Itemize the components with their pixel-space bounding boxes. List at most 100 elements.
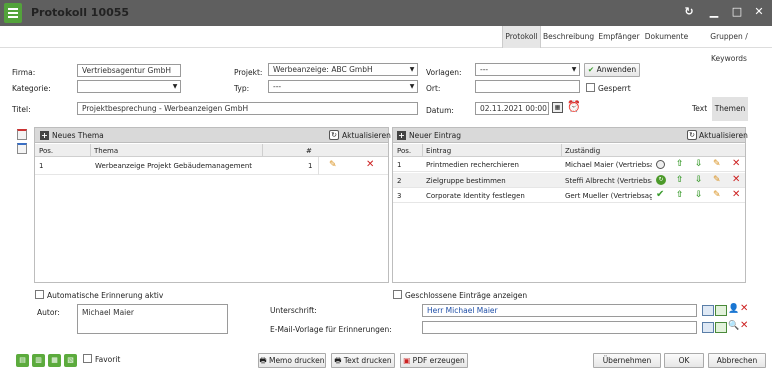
green-action-icon-3[interactable]: ▦ bbox=[48, 354, 61, 367]
close-icon[interactable]: ✕ bbox=[752, 5, 766, 19]
eintrag-zustaendig: Steffi Albrecht (Vertriebsag bbox=[565, 177, 652, 185]
uebernehmen-button[interactable]: Übernehmen bbox=[593, 353, 661, 368]
autor-field[interactable]: Michael Maier bbox=[77, 304, 228, 334]
vorlagen-label: Vorlagen: bbox=[426, 68, 462, 77]
memo-drucken-button[interactable]: 🖶 Memo drucken bbox=[258, 353, 326, 368]
pdf-erzeugen-label: PDF erzeugen bbox=[412, 356, 465, 365]
user-icon[interactable]: 👤 bbox=[728, 304, 739, 314]
eintrag-pos: 2 bbox=[397, 177, 402, 185]
titel-label: Titel: bbox=[12, 105, 31, 114]
chevron-down-icon: ▼ bbox=[172, 83, 178, 90]
gesperrt-checkbox[interactable] bbox=[586, 83, 595, 92]
select-template-icon[interactable] bbox=[702, 322, 714, 333]
text-toggle[interactable]: Text bbox=[692, 104, 707, 113]
status-progress-icon[interactable]: ↻ bbox=[656, 175, 666, 185]
move-up-icon[interactable]: ⇧ bbox=[676, 159, 684, 169]
move-down-icon[interactable]: ⇩ bbox=[695, 190, 703, 200]
chevron-down-icon: ▼ bbox=[409, 66, 415, 73]
kategorie-label: Kategorie: bbox=[12, 84, 51, 93]
col-zustaendig: Zuständig bbox=[565, 147, 601, 155]
refresh-icon: ↻ bbox=[329, 130, 339, 140]
col-thema: Thema bbox=[94, 147, 119, 155]
neuer-eintrag-button[interactable]: Neuer Eintrag bbox=[409, 131, 461, 140]
email-vorlage-field[interactable] bbox=[422, 321, 697, 334]
minimize-icon[interactable]: ▁ bbox=[707, 5, 721, 19]
titel-field[interactable]: Projektbesprechung - Werbeanzeigen GmbH bbox=[77, 102, 418, 115]
col-count: # bbox=[306, 147, 312, 155]
vorlagen-select[interactable]: --- ▼ bbox=[475, 63, 580, 76]
delete-icon[interactable]: ✕ bbox=[366, 159, 374, 170]
outline-view-icon[interactable] bbox=[17, 129, 27, 140]
pencil-icon[interactable]: ✎ bbox=[329, 160, 337, 170]
kategorie-select[interactable]: ▼ bbox=[77, 80, 181, 93]
move-down-icon[interactable]: ⇩ bbox=[695, 175, 703, 185]
printer-icon: 🖶 bbox=[334, 356, 342, 365]
text-drucken-button[interactable]: 🖶 Text drucken bbox=[331, 353, 395, 368]
tab-beschreibung[interactable]: Beschreibung bbox=[543, 26, 594, 48]
themen-toggle[interactable]: Themen bbox=[712, 97, 748, 121]
status-open-icon[interactable] bbox=[656, 160, 665, 169]
text-drucken-label: Text drucken bbox=[343, 356, 392, 365]
calendar-icon[interactable]: ▦ bbox=[552, 102, 563, 113]
window-title: Protokoll 10055 bbox=[31, 6, 130, 19]
col-divider bbox=[90, 144, 91, 157]
move-down-icon[interactable]: ⇩ bbox=[695, 159, 703, 169]
col-divider bbox=[262, 144, 263, 157]
select-signature-icon[interactable] bbox=[702, 305, 714, 316]
chevron-down-icon: ▼ bbox=[571, 66, 577, 73]
maximize-icon[interactable]: □ bbox=[730, 5, 744, 19]
typ-select[interactable]: --- ▼ bbox=[268, 80, 418, 93]
ok-button[interactable]: OK bbox=[664, 353, 704, 368]
typ-label: Typ: bbox=[234, 84, 250, 93]
unterschrift-label: Unterschrift: bbox=[270, 306, 317, 315]
eintrag-aktualisieren-button[interactable]: Aktualisieren bbox=[699, 131, 748, 140]
ort-field[interactable] bbox=[475, 80, 580, 93]
ort-label: Ort: bbox=[426, 84, 441, 93]
list-view-icon[interactable] bbox=[17, 143, 27, 154]
pencil-icon[interactable]: ✎ bbox=[713, 190, 721, 200]
pencil-icon[interactable]: ✎ bbox=[713, 175, 721, 185]
pencil-icon[interactable]: ✎ bbox=[713, 159, 721, 169]
eintrag-pos: 3 bbox=[397, 192, 402, 200]
green-action-icon-4[interactable]: ▧ bbox=[64, 354, 77, 367]
eintrag-name: Corporate Identity festlegen bbox=[426, 192, 525, 200]
delete-icon[interactable]: ✕ bbox=[740, 303, 748, 314]
delete-icon[interactable]: ✕ bbox=[732, 174, 740, 185]
unterschrift-field[interactable]: Herr Michael Maier bbox=[422, 304, 697, 317]
projekt-select[interactable]: Werbeanzeige: ABC GmbH ▼ bbox=[268, 63, 418, 76]
tab-dokumente[interactable]: Dokumente bbox=[644, 26, 689, 48]
col-pos: Pos. bbox=[39, 147, 54, 155]
delete-icon[interactable]: ✕ bbox=[732, 189, 740, 200]
themen-aktualisieren-button[interactable]: Aktualisieren bbox=[342, 131, 391, 140]
delete-icon[interactable]: ✕ bbox=[740, 320, 748, 331]
edit-template-icon[interactable] bbox=[715, 322, 727, 333]
move-up-icon[interactable]: ⇧ bbox=[676, 190, 684, 200]
closed-entries-checkbox[interactable] bbox=[393, 290, 402, 299]
email-vorlage-label: E-Mail-Vorlage für Erinnerungen: bbox=[270, 325, 392, 334]
search-icon[interactable]: 🔍 bbox=[728, 321, 739, 331]
edit-signature-icon[interactable] bbox=[715, 305, 727, 316]
refresh-icon[interactable]: ↻ bbox=[682, 5, 696, 19]
neues-thema-button[interactable]: Neues Thema bbox=[52, 131, 104, 140]
auto-reminder-checkbox[interactable] bbox=[35, 290, 44, 299]
clock-icon[interactable]: ⏰ bbox=[567, 100, 581, 113]
green-action-icon-2[interactable]: ▥ bbox=[32, 354, 45, 367]
tab-gruppen-keywords[interactable]: Gruppen / Keywords bbox=[692, 26, 766, 63]
autor-label: Autor: bbox=[37, 308, 60, 317]
gesperrt-label: Gesperrt bbox=[598, 84, 631, 93]
plus-icon: + bbox=[397, 131, 406, 140]
pdf-erzeugen-button[interactable]: ▣ PDF erzeugen bbox=[400, 353, 468, 368]
tab-empfaenger[interactable]: Empfänger bbox=[597, 26, 641, 48]
thema-count: 1 bbox=[308, 162, 313, 170]
move-up-icon[interactable]: ⇧ bbox=[676, 175, 684, 185]
pdf-icon: ▣ bbox=[403, 356, 411, 365]
anwenden-button[interactable]: ✔ Anwenden bbox=[584, 63, 640, 77]
datum-field[interactable]: 02.11.2021 00:00 bbox=[475, 102, 549, 115]
firma-field[interactable]: Vertriebsagentur GmbH bbox=[77, 64, 181, 77]
status-done-icon[interactable]: ✔ bbox=[656, 189, 664, 200]
delete-icon[interactable]: ✕ bbox=[732, 158, 740, 169]
tab-protokoll[interactable]: Protokoll bbox=[502, 26, 541, 48]
green-action-icon-1[interactable]: ▤ bbox=[16, 354, 29, 367]
abbrechen-button[interactable]: Abbrechen bbox=[708, 353, 766, 368]
favorit-checkbox[interactable] bbox=[83, 354, 92, 363]
